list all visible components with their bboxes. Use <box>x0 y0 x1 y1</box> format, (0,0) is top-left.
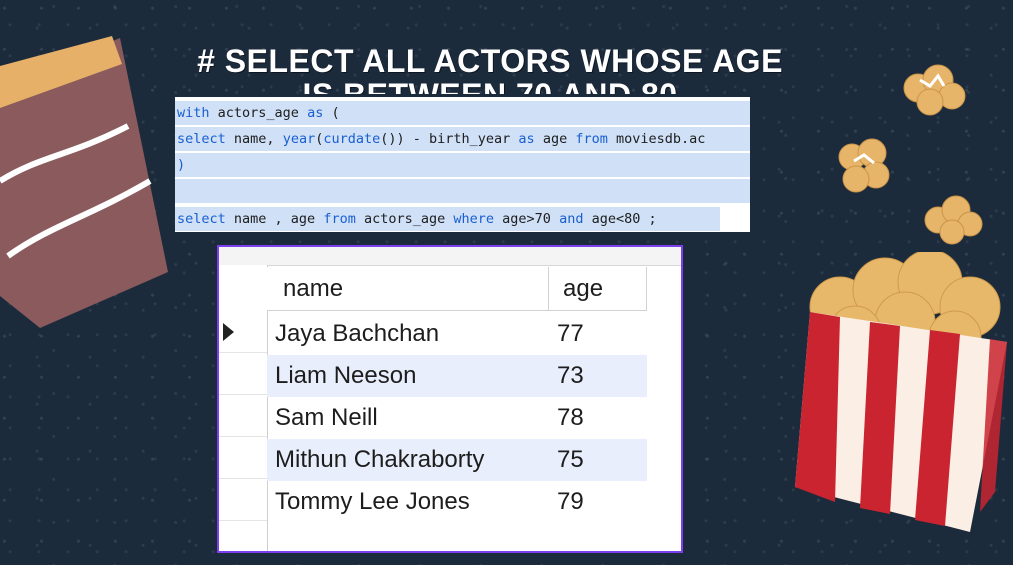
row-selector[interactable] <box>219 353 267 395</box>
table-row[interactable]: Mithun Chakraborty 75 <box>267 439 679 481</box>
row-selector[interactable] <box>219 479 267 521</box>
popcorn-kernel-icon <box>924 195 983 245</box>
table-row[interactable]: Liam Neeson 73 <box>267 355 679 397</box>
query-result-grid[interactable]: name age Jaya Bachchan 77 Liam Neeson 73… <box>217 245 683 553</box>
popcorn-kernel-icon <box>903 64 966 116</box>
table-row[interactable]: Sam Neill 78 <box>267 397 679 439</box>
cell-age: 75 <box>549 439 647 481</box>
row-selector[interactable] <box>219 395 267 437</box>
row-selector-gutter <box>219 265 268 551</box>
cell-age: 79 <box>557 488 584 515</box>
cell-name: Tommy Lee Jones <box>275 488 470 515</box>
page-title: # SELECT ALL ACTORS WHOSE AGE IS BETWEEN… <box>197 44 783 94</box>
popcorn-bucket-illustration <box>795 252 1007 532</box>
table-row[interactable]: Tommy Lee Jones 79 <box>267 481 679 523</box>
code-line-5: select name , age from actors_age where … <box>175 207 720 231</box>
column-header-name[interactable]: name <box>267 267 549 311</box>
column-header-age[interactable]: age <box>549 267 647 311</box>
drink-cup-illustration <box>0 36 168 328</box>
current-row-arrow-icon <box>223 323 234 341</box>
cell-age: 73 <box>549 355 647 397</box>
code-line-2: select name, year(curdate()) - birth_yea… <box>175 127 750 151</box>
sql-code-editor[interactable]: with actors_age as ( select name, year(c… <box>175 97 750 232</box>
cell-name: Sam Neill <box>275 404 378 431</box>
cell-name: Liam Neeson <box>267 355 549 397</box>
code-line-1: with actors_age as ( <box>175 101 750 125</box>
cell-name: Jaya Bachchan <box>275 320 440 347</box>
popcorn-kernel-icon <box>838 138 890 193</box>
cell-age: 78 <box>557 404 584 431</box>
cell-age: 77 <box>557 320 584 347</box>
code-line-4 <box>175 179 750 203</box>
table-row[interactable]: Jaya Bachchan 77 <box>267 313 679 355</box>
row-selector[interactable] <box>219 437 267 479</box>
cell-name: Mithun Chakraborty <box>267 439 549 481</box>
result-grid-toolbar <box>219 247 681 266</box>
row-selector[interactable] <box>219 311 267 353</box>
code-line-3: ) <box>175 153 750 177</box>
